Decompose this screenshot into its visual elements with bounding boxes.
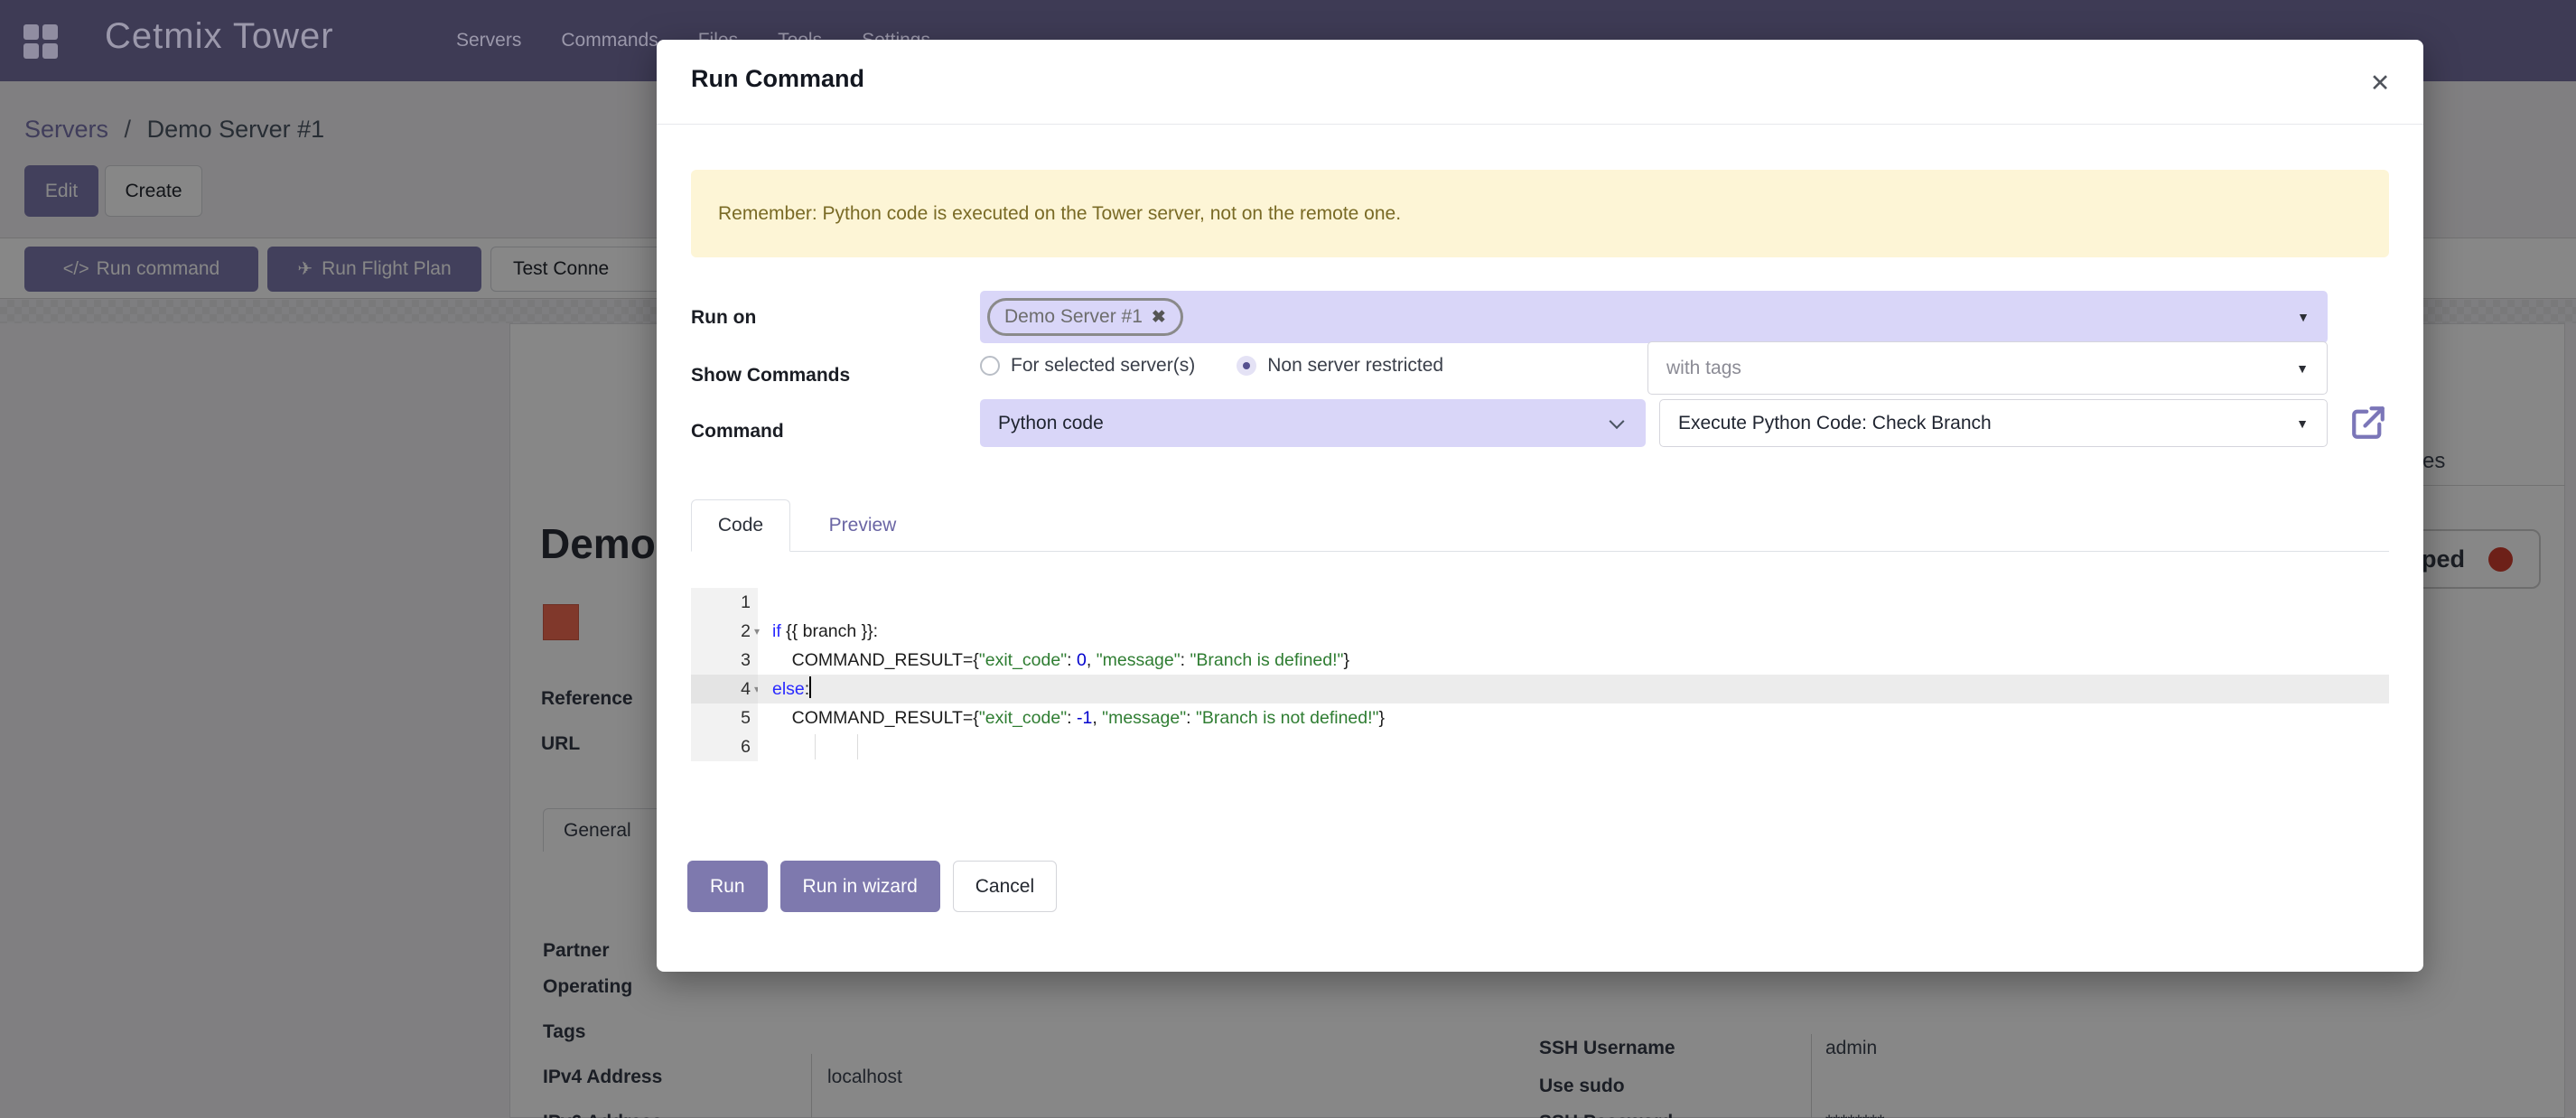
modal-title: Run Command	[691, 65, 864, 93]
editor-line-number: 1	[691, 588, 758, 617]
command-value: Execute Python Code: Check Branch	[1678, 413, 1992, 434]
modal-footer: Run Run in wizard Cancel	[687, 861, 1057, 912]
editor-code-line[interactable]: else:	[758, 675, 2389, 703]
tab-preview[interactable]: Preview	[808, 499, 917, 552]
command-type-select[interactable]: Python code	[980, 399, 1646, 447]
show-commands-label: Show Commands	[691, 365, 850, 387]
indent-guide	[815, 734, 816, 759]
run-on-select[interactable]: Demo Server #1 ✖ ▼	[980, 291, 2328, 343]
caret-down-icon: ▼	[2297, 310, 2310, 324]
radio-for-selected-servers[interactable]	[980, 356, 1000, 376]
radio-non-server-restricted[interactable]	[1237, 356, 1256, 376]
editor-line-5[interactable]: 5 COMMAND_RESULT={"exit_code": -1, "mess…	[691, 703, 2389, 732]
command-label: Command	[691, 421, 784, 443]
editor-line-number: 6	[691, 732, 758, 761]
caret-down-icon: ▼	[2296, 361, 2309, 376]
python-warning-alert: Remember: Python code is executed on the…	[691, 170, 2389, 257]
editor-code-line[interactable]: COMMAND_RESULT={"exit_code": -1, "messag…	[758, 703, 2389, 732]
radio-non-server-restricted-label[interactable]: Non server restricted	[1267, 355, 1443, 377]
run-button[interactable]: Run	[687, 861, 768, 912]
close-icon[interactable]: ✕	[2360, 63, 2400, 103]
app-brand[interactable]: Cetmix Tower	[105, 16, 334, 57]
run-in-wizard-button[interactable]: Run in wizard	[780, 861, 940, 912]
editor-code-line[interactable]: COMMAND_RESULT={"exit_code": 0, "message…	[758, 646, 2389, 675]
tag-remove-icon[interactable]: ✖	[1152, 307, 1166, 328]
editor-line-1[interactable]: 1	[691, 588, 2389, 617]
with-tags-placeholder: with tags	[1666, 358, 1741, 379]
editor-code-line[interactable]	[758, 732, 2389, 761]
indent-guide	[857, 734, 858, 759]
editor-line-6[interactable]: 6	[691, 732, 2389, 761]
external-link-icon[interactable]	[2349, 404, 2387, 442]
screen: Servers / Demo Server #1 Edit Create </>…	[0, 0, 2576, 1118]
apps-grid-icon[interactable]	[23, 24, 58, 59]
tabs-border	[691, 551, 2389, 552]
editor-line-2[interactable]: 2▾if {{ branch }}:	[691, 617, 2389, 646]
chevron-down-icon	[1610, 414, 1625, 429]
tab-code[interactable]: Code	[691, 499, 790, 552]
command-type-value: Python code	[998, 413, 1104, 434]
server-tag: Demo Server #1 ✖	[987, 298, 1183, 336]
code-editor[interactable]: 12▾if {{ branch }}:3 COMMAND_RESULT={"ex…	[691, 588, 2389, 761]
editor-code-line[interactable]: if {{ branch }}:	[758, 617, 2389, 646]
text-cursor	[809, 676, 811, 698]
with-tags-select[interactable]: with tags ▼	[1647, 341, 2328, 395]
editor-line-3[interactable]: 3 COMMAND_RESULT={"exit_code": 0, "messa…	[691, 646, 2389, 675]
editor-line-4[interactable]: 4▾else:	[691, 675, 2389, 703]
editor-line-number: 3	[691, 646, 758, 675]
show-commands-radio-group: For selected server(s) Non server restri…	[980, 355, 1443, 377]
server-tag-label: Demo Server #1	[1004, 306, 1143, 328]
editor-line-number: 2▾	[691, 617, 758, 646]
editor-line-number: 4▾	[691, 675, 758, 703]
caret-down-icon: ▼	[2296, 416, 2309, 431]
run-on-label: Run on	[691, 307, 756, 329]
nav-item-commands[interactable]: Commands	[561, 30, 658, 51]
run-command-modal: Run Command ✕ Remember: Python code is e…	[657, 40, 2423, 972]
editor-code-line[interactable]	[758, 588, 2389, 617]
nav-item-servers[interactable]: Servers	[456, 30, 521, 51]
command-select[interactable]: Execute Python Code: Check Branch ▼	[1659, 399, 2328, 447]
modal-header: Run Command ✕	[657, 40, 2423, 125]
editor-line-number: 5	[691, 703, 758, 732]
cancel-button[interactable]: Cancel	[953, 861, 1057, 912]
radio-for-selected-servers-label[interactable]: For selected server(s)	[1011, 355, 1195, 377]
